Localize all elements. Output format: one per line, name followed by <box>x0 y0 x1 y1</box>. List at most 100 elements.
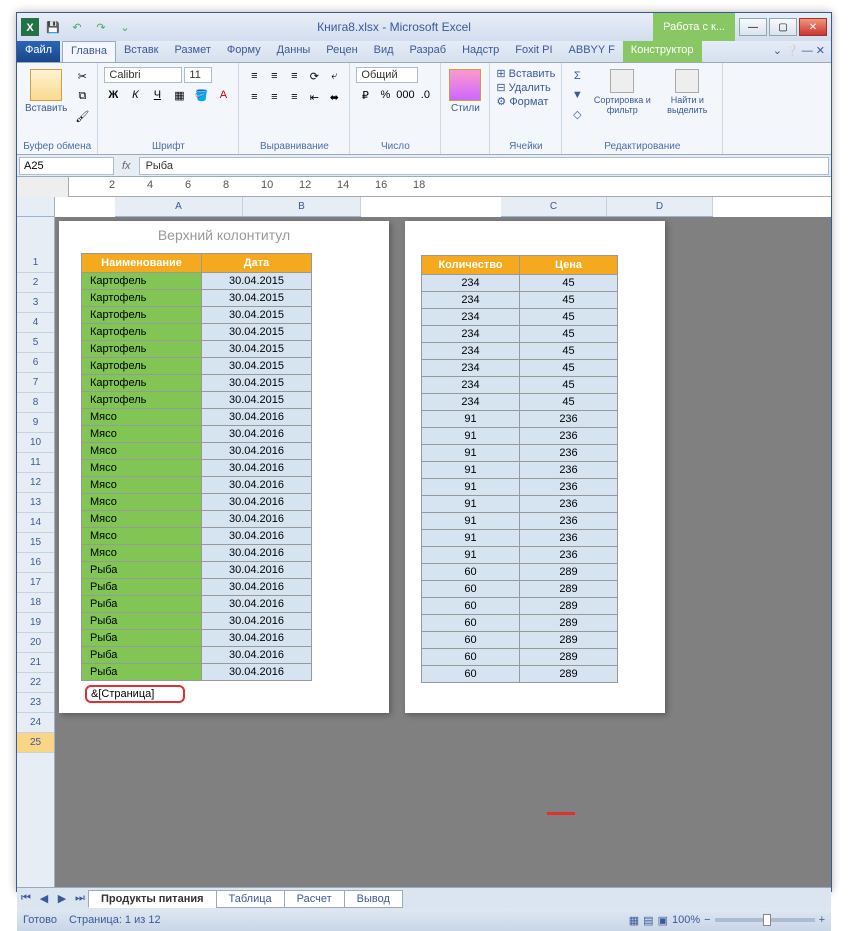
view-layout-button[interactable]: ▤ <box>643 914 653 927</box>
tab-home[interactable]: Главна <box>62 41 116 62</box>
table-row[interactable]: 23445 <box>422 275 618 292</box>
zoom-in-button[interactable]: + <box>819 914 825 926</box>
align-bottom-button[interactable]: ≡ <box>285 67 303 85</box>
table-row[interactable]: Мясо30.04.2016 <box>82 460 312 477</box>
table-row[interactable]: Мясо30.04.2016 <box>82 511 312 528</box>
row-header[interactable]: 12 <box>17 473 54 493</box>
table-row[interactable]: Картофель30.04.2015 <box>82 290 312 307</box>
table-row[interactable]: 91236 <box>422 496 618 513</box>
sort-filter-button[interactable]: Сортировка и фильтр <box>590 67 654 117</box>
table-row[interactable]: Картофель30.04.2015 <box>82 341 312 358</box>
row-header[interactable]: 13 <box>17 493 54 513</box>
qat-save-button[interactable]: 💾 <box>43 18 63 36</box>
qat-redo-button[interactable]: ↷ <box>91 18 111 36</box>
find-select-button[interactable]: Найти и выделить <box>658 67 716 117</box>
table-row[interactable]: 91236 <box>422 445 618 462</box>
row-header[interactable]: 16 <box>17 553 54 573</box>
row-header[interactable]: 11 <box>17 453 54 473</box>
table-row[interactable]: Рыба30.04.2016 <box>82 613 312 630</box>
comma-button[interactable]: 000 <box>396 86 414 104</box>
table-row[interactable]: 23445 <box>422 326 618 343</box>
sheet-nav-prev[interactable]: ◀ <box>35 892 53 905</box>
row-header[interactable]: 23 <box>17 693 54 713</box>
tab-file[interactable]: Файл <box>17 41 60 62</box>
bold-button[interactable]: Ж <box>104 86 122 104</box>
footer-page-code[interactable]: &[Страница] <box>85 685 185 703</box>
ribbon-help-buttons[interactable]: ⌄ ❔ — ✕ <box>767 41 831 62</box>
table-row[interactable]: Мясо30.04.2016 <box>82 477 312 494</box>
format-cells-button[interactable]: ⚙ Формат <box>496 95 548 108</box>
paste-button[interactable]: Вставить <box>23 67 69 116</box>
tab-review[interactable]: Рецен <box>318 41 365 62</box>
worksheet-area[interactable]: 1234567891011121314151617181920212223242… <box>17 217 831 887</box>
row-header[interactable]: 19 <box>17 613 54 633</box>
align-right-button[interactable]: ≡ <box>285 88 303 106</box>
table-row[interactable]: Картофель30.04.2015 <box>82 375 312 392</box>
table-row[interactable]: Мясо30.04.2016 <box>82 528 312 545</box>
formula-input[interactable]: Рыба <box>139 157 829 175</box>
table-row[interactable]: 23445 <box>422 292 618 309</box>
header-section[interactable]: Верхний колонтитул <box>81 221 367 253</box>
currency-button[interactable]: ₽ <box>356 86 374 104</box>
table-row[interactable]: 23445 <box>422 360 618 377</box>
name-box[interactable] <box>19 157 114 175</box>
percent-button[interactable]: % <box>376 86 394 104</box>
qat-more-icon[interactable]: ⌄ <box>115 18 135 36</box>
row-header[interactable]: 8 <box>17 393 54 413</box>
insert-cells-button[interactable]: ⊞ Вставить <box>496 67 555 80</box>
row-header[interactable]: 2 <box>17 273 54 293</box>
table-row[interactable]: 91236 <box>422 479 618 496</box>
table-row[interactable]: 60289 <box>422 666 618 683</box>
align-middle-button[interactable]: ≡ <box>265 67 283 85</box>
table-row[interactable]: 91236 <box>422 547 618 564</box>
tab-design[interactable]: Конструктор <box>623 41 702 62</box>
font-color-button[interactable]: A <box>214 86 232 104</box>
row-header[interactable]: 17 <box>17 573 54 593</box>
col-header-b[interactable]: B <box>243 197 361 216</box>
tab-data[interactable]: Данны <box>269 41 319 62</box>
maximize-button[interactable]: ▢ <box>769 18 797 36</box>
tab-layout[interactable]: Размет <box>167 41 219 62</box>
view-normal-button[interactable]: ▦ <box>629 914 639 927</box>
table-row[interactable]: 23445 <box>422 377 618 394</box>
table-row[interactable]: Мясо30.04.2016 <box>82 443 312 460</box>
row-header[interactable]: 24 <box>17 713 54 733</box>
row-header[interactable]: 21 <box>17 653 54 673</box>
minimize-button[interactable]: — <box>739 18 767 36</box>
table-row[interactable]: 60289 <box>422 632 618 649</box>
view-break-button[interactable]: ▣ <box>658 914 668 927</box>
row-header[interactable]: 10 <box>17 433 54 453</box>
align-left-button[interactable]: ≡ <box>245 88 263 106</box>
sheet-tab[interactable]: Расчет <box>284 890 345 908</box>
table-row[interactable]: Рыба30.04.2016 <box>82 596 312 613</box>
zoom-level[interactable]: 100% <box>672 914 700 926</box>
underline-button[interactable]: Ч <box>148 86 166 104</box>
row-header[interactable]: 25 <box>17 733 54 753</box>
col-header-c[interactable]: C <box>501 197 607 216</box>
row-header[interactable]: 5 <box>17 333 54 353</box>
table-row[interactable]: 91236 <box>422 411 618 428</box>
table-row[interactable]: 60289 <box>422 581 618 598</box>
italic-button[interactable]: К <box>126 86 144 104</box>
table-row[interactable]: Картофель30.04.2015 <box>82 324 312 341</box>
table-row[interactable]: 23445 <box>422 343 618 360</box>
table-row[interactable]: Рыба30.04.2016 <box>82 630 312 647</box>
close-button[interactable]: ✕ <box>799 18 827 36</box>
tab-view[interactable]: Вид <box>366 41 402 62</box>
tab-developer[interactable]: Разраб <box>402 41 455 62</box>
table-row[interactable]: Мясо30.04.2016 <box>82 494 312 511</box>
row-header[interactable]: 20 <box>17 633 54 653</box>
align-top-button[interactable]: ≡ <box>245 67 263 85</box>
qat-undo-button[interactable]: ↶ <box>67 18 87 36</box>
sheet-nav-last[interactable]: ⏭ <box>71 892 89 905</box>
table-row[interactable]: 23445 <box>422 394 618 411</box>
table-row[interactable]: 60289 <box>422 598 618 615</box>
tab-addins[interactable]: Надстр <box>454 41 507 62</box>
sheet-tab[interactable]: Таблица <box>216 890 285 908</box>
table-row[interactable]: Мясо30.04.2016 <box>82 426 312 443</box>
row-header[interactable]: 1 <box>17 253 54 273</box>
zoom-out-button[interactable]: − <box>704 914 710 926</box>
zoom-slider[interactable] <box>715 918 815 922</box>
row-header[interactable]: 22 <box>17 673 54 693</box>
fill-color-button[interactable]: 🪣 <box>192 86 210 104</box>
